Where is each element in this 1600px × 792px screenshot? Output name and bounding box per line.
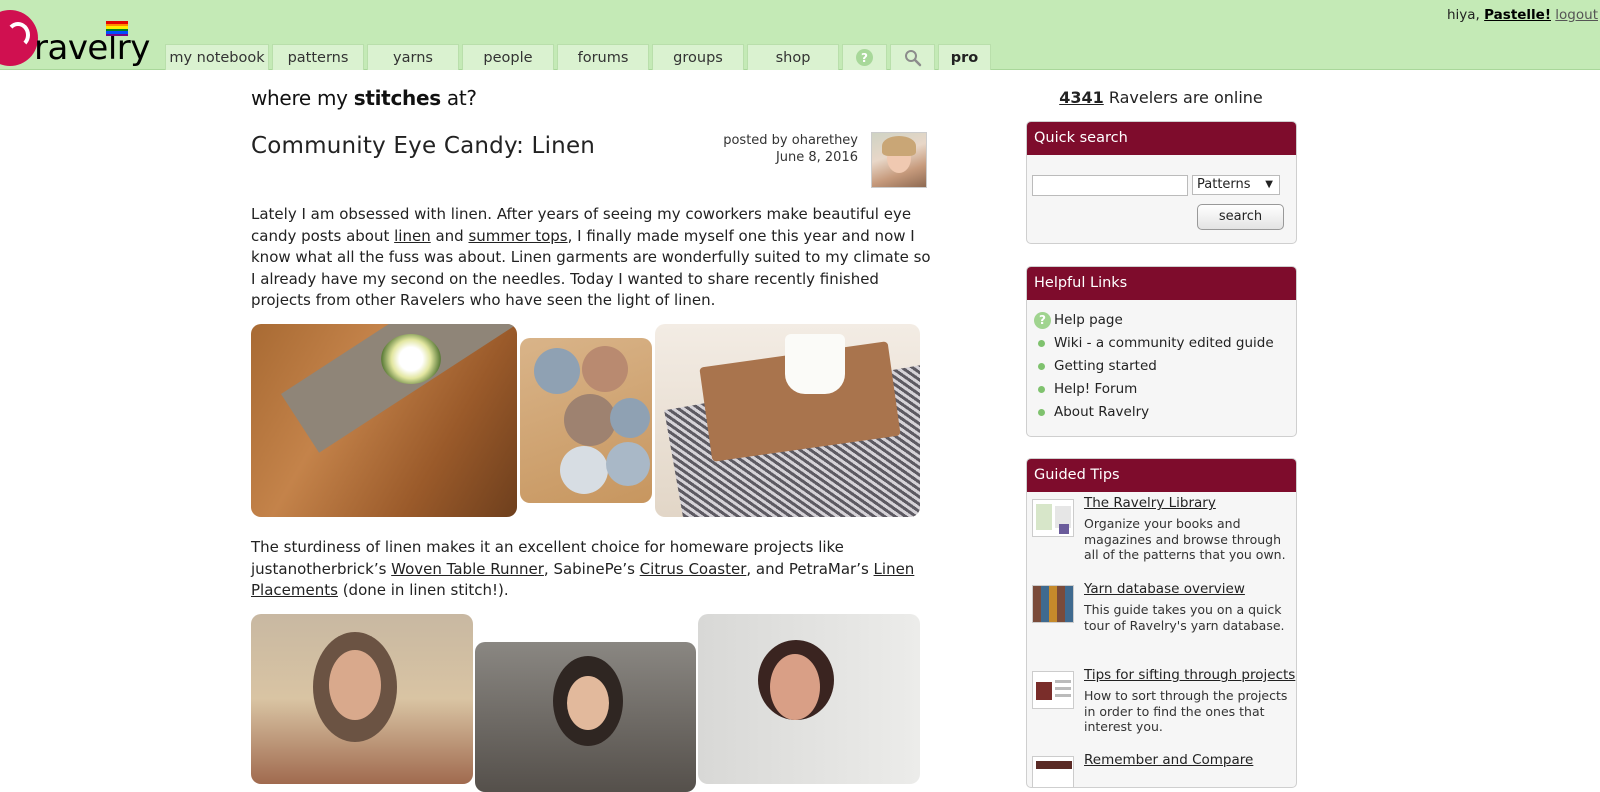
photo-linen-placemats[interactable] [655, 324, 920, 517]
nav-tab-search[interactable] [890, 44, 935, 70]
online-text: Ravelers are online [1103, 88, 1263, 107]
bullet-icon [1038, 363, 1045, 370]
rainbow-flag-icon [106, 21, 128, 36]
bullet-icon [1038, 386, 1045, 393]
link-help-page[interactable]: ? Help page [1034, 309, 1296, 332]
magnifier-icon [904, 49, 921, 66]
coaster-shape [610, 398, 650, 438]
blog-title[interactable]: where my stitches at? [251, 86, 477, 110]
username-link[interactable]: Pastelle! [1484, 7, 1551, 23]
author-avatar[interactable] [871, 132, 927, 188]
dropdown-arrow-icon: ▼ [1265, 179, 1273, 190]
helpful-links-list: ? Help page Wiki - a community edited gui… [1027, 300, 1296, 424]
help-icon: ? [856, 49, 873, 66]
text-span: , SabinePe’s [543, 559, 640, 578]
bullet-icon [1038, 409, 1045, 416]
tip-description: This guide takes you on a quick tour of … [1084, 602, 1285, 633]
coaster-shape [534, 348, 580, 394]
coaster-shape [564, 394, 616, 446]
link-citrus-coaster[interactable]: Citrus Coaster [640, 560, 747, 578]
link-label: Help! Forum [1054, 381, 1138, 397]
face-shape [567, 676, 609, 730]
main-nav: my notebook patterns yarns people forums… [165, 44, 991, 70]
post-meta: posted by oharethey June 8, 2016 [723, 132, 858, 166]
nav-tab-shop[interactable]: shop [747, 44, 839, 70]
quick-search-title: Quick search [1027, 122, 1296, 155]
logout-link[interactable]: logout [1555, 7, 1598, 23]
nav-tab-pro[interactable]: pro [938, 44, 991, 70]
text-span: and [430, 226, 469, 245]
face-shape [329, 650, 381, 720]
bullet-icon [1038, 340, 1045, 347]
posted-by: posted by oharethey [723, 133, 858, 148]
nav-tab-people[interactable]: people [462, 44, 554, 70]
helpful-links-title: Helpful Links [1027, 267, 1296, 300]
post-title: Community Eye Candy: Linen [251, 133, 596, 159]
logo-mark-icon [0, 10, 38, 66]
online-count-link[interactable]: 4341 [1059, 88, 1104, 107]
tip-thumbnail[interactable] [1032, 756, 1074, 787]
face-shape [770, 654, 820, 720]
nav-tab-my-notebook[interactable]: my notebook [165, 44, 269, 70]
coaster-shape [582, 346, 628, 392]
photo-project-3[interactable] [698, 614, 920, 784]
link-wiki[interactable]: Wiki - a community edited guide [1034, 332, 1296, 355]
coaster-shape [560, 446, 608, 494]
tip-link-sifting-projects[interactable]: Tips for sifting through projects [1084, 667, 1295, 683]
nav-tab-patterns[interactable]: patterns [272, 44, 364, 70]
ravelry-logo[interactable]: ravelry [0, 0, 150, 76]
guided-tips-box: Guided Tips The Ravelry Library Organize… [1026, 458, 1297, 788]
tip-link-ravelry-library[interactable]: The Ravelry Library [1084, 495, 1216, 511]
blog-title-post: at? [440, 86, 477, 110]
search-button[interactable]: search [1197, 204, 1284, 230]
nav-tab-help[interactable]: ? [842, 44, 887, 70]
mug-shape [785, 334, 845, 394]
photo-citrus-coasters[interactable] [520, 338, 652, 503]
link-label: About Ravelry [1054, 404, 1150, 420]
nav-tab-forums[interactable]: forums [557, 44, 649, 70]
nav-tab-yarns[interactable]: yarns [367, 44, 459, 70]
blog-title-bold: stitches [353, 86, 441, 110]
coaster-shape [606, 442, 650, 486]
top-bar: ravelry hiya, Pastelle! logout my notebo… [0, 0, 1600, 70]
link-woven-table-runner[interactable]: Woven Table Runner [391, 560, 544, 578]
post-paragraph-1: Lately I am obsessed with linen. After y… [251, 204, 931, 312]
link-about-ravelry[interactable]: About Ravelry [1034, 401, 1296, 424]
tip-link-remember-compare[interactable]: Remember and Compare [1084, 752, 1253, 768]
flowers-shape [381, 334, 441, 384]
photo-project-1[interactable] [251, 614, 473, 784]
text-span: , and PetraMar’s [746, 559, 874, 578]
tip-link-yarn-database[interactable]: Yarn database overview [1084, 581, 1245, 597]
helpful-links-box: Helpful Links ? Help page Wiki - a commun… [1026, 266, 1297, 437]
quick-search-type-select[interactable]: Patterns ▼ [1192, 175, 1280, 195]
photo-woven-table-runner[interactable] [251, 324, 517, 517]
tip-description: How to sort through the projects in orde… [1084, 688, 1288, 734]
link-label: Getting started [1054, 358, 1157, 374]
guided-tips-title: Guided Tips [1027, 459, 1296, 492]
greeting-text: hiya, [1446, 7, 1480, 23]
tip-thumbnail[interactable] [1032, 499, 1074, 537]
quick-search-box: Quick search Patterns ▼ search [1026, 121, 1297, 244]
online-count: 4341 Ravelers are online [1026, 88, 1296, 107]
logo-wordmark: ravelry [34, 28, 150, 68]
help-icon: ? [1034, 312, 1051, 329]
blog-title-pre: where my [251, 86, 354, 110]
tip-thumbnail[interactable] [1032, 585, 1074, 623]
quick-search-input[interactable] [1032, 175, 1188, 196]
link-label: Wiki - a community edited guide [1054, 335, 1274, 351]
link-getting-started[interactable]: Getting started [1034, 355, 1296, 378]
post-paragraph-2: The sturdiness of linen makes it an exce… [251, 537, 931, 602]
nav-tab-groups[interactable]: groups [652, 44, 744, 70]
user-area: hiya, Pastelle! logout [1447, 7, 1598, 23]
link-help-forum[interactable]: Help! Forum [1034, 378, 1296, 401]
select-value: Patterns [1197, 177, 1251, 192]
tip-description: Organize your books and magazines and br… [1084, 516, 1286, 562]
tip-thumbnail[interactable] [1032, 671, 1074, 709]
post-date: June 8, 2016 [775, 150, 858, 165]
text-span: (done in linen stitch!). [337, 581, 509, 599]
link-summer-tops[interactable]: summer tops [468, 227, 567, 245]
link-linen[interactable]: linen [394, 227, 431, 245]
link-label: Help page [1054, 312, 1123, 328]
